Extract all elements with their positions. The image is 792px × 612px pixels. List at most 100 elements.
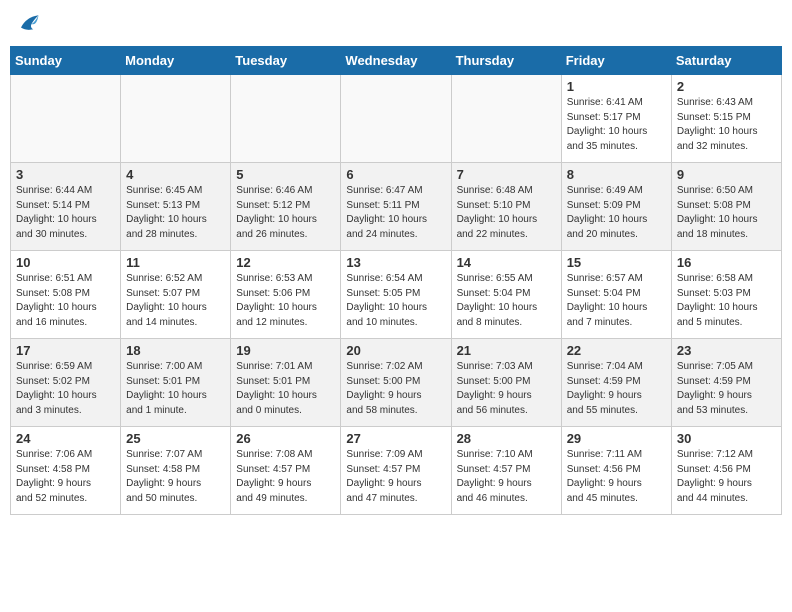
day-cell: 28 Sunrise: 7:10 AMSunset: 4:57 PMDayligh… [451,427,561,515]
day-cell: 14 Sunrise: 6:55 AMSunset: 5:04 PMDayligh… [451,251,561,339]
day-info: Sunrise: 6:44 AMSunset: 5:14 PMDaylight:… [16,184,115,242]
day-cell: 19 Sunrise: 7:01 AMSunset: 5:01 PMDayligh… [231,339,341,427]
day-cell: 8 Sunrise: 6:49 AMSunset: 5:09 PMDaylight… [561,163,671,251]
day-number: 5 [236,167,335,182]
day-number: 25 [126,431,225,446]
day-cell: 11 Sunrise: 6:52 AMSunset: 5:07 PMDayligh… [121,251,231,339]
day-cell [451,75,561,163]
day-cell: 26 Sunrise: 7:08 AMSunset: 4:57 PMDayligh… [231,427,341,515]
day-info: Sunrise: 7:04 AMSunset: 4:59 PMDaylight:… [567,360,666,418]
day-info: Sunrise: 6:55 AMSunset: 5:04 PMDaylight:… [457,272,556,330]
day-info: Sunrise: 7:02 AMSunset: 5:00 PMDaylight:… [346,360,445,418]
day-info: Sunrise: 6:58 AMSunset: 5:03 PMDaylight:… [677,272,776,330]
day-number: 23 [677,343,776,358]
day-info: Sunrise: 6:57 AMSunset: 5:04 PMDaylight:… [567,272,666,330]
logo [14,10,46,38]
day-number: 20 [346,343,445,358]
day-number: 26 [236,431,335,446]
day-info: Sunrise: 7:11 AMSunset: 4:56 PMDaylight:… [567,448,666,506]
header-friday: Friday [561,47,671,75]
week-row: 1 Sunrise: 6:41 AMSunset: 5:17 PMDaylight… [11,75,782,163]
day-number: 17 [16,343,115,358]
day-number: 21 [457,343,556,358]
day-info: Sunrise: 6:52 AMSunset: 5:07 PMDaylight:… [126,272,225,330]
day-cell: 15 Sunrise: 6:57 AMSunset: 5:04 PMDayligh… [561,251,671,339]
day-cell: 13Sunrise: 6:54 AMSunset: 5:05 PMDayligh… [341,251,451,339]
day-cell: 17 Sunrise: 6:59 AMSunset: 5:02 PMDayligh… [11,339,121,427]
day-cell [341,75,451,163]
day-cell: 24 Sunrise: 7:06 AMSunset: 4:58 PMDayligh… [11,427,121,515]
day-info: Sunrise: 7:03 AMSunset: 5:00 PMDaylight:… [457,360,556,418]
day-info: Sunrise: 7:06 AMSunset: 4:58 PMDaylight:… [16,448,115,506]
day-cell: 29Sunrise: 7:11 AMSunset: 4:56 PMDayligh… [561,427,671,515]
day-number: 12 [236,255,335,270]
day-info: Sunrise: 7:10 AMSunset: 4:57 PMDaylight:… [457,448,556,506]
day-number: 15 [567,255,666,270]
week-row: 3 Sunrise: 6:44 AMSunset: 5:14 PMDaylight… [11,163,782,251]
day-number: 11 [126,255,225,270]
day-number: 9 [677,167,776,182]
week-row: 17 Sunrise: 6:59 AMSunset: 5:02 PMDayligh… [11,339,782,427]
day-info: Sunrise: 7:08 AMSunset: 4:57 PMDaylight:… [236,448,335,506]
day-info: Sunrise: 6:47 AMSunset: 5:11 PMDaylight:… [346,184,445,242]
day-number: 6 [346,167,445,182]
day-info: Sunrise: 6:46 AMSunset: 5:12 PMDaylight:… [236,184,335,242]
header-saturday: Saturday [671,47,781,75]
day-number: 3 [16,167,115,182]
day-number: 2 [677,79,776,94]
week-row: 10 Sunrise: 6:51 AMSunset: 5:08 PMDayligh… [11,251,782,339]
header-wednesday: Wednesday [341,47,451,75]
day-cell: 23 Sunrise: 7:05 AMSunset: 4:59 PMDayligh… [671,339,781,427]
header-sunday: Sunday [11,47,121,75]
day-number: 19 [236,343,335,358]
day-info: Sunrise: 7:09 AMSunset: 4:57 PMDaylight:… [346,448,445,506]
day-number: 30 [677,431,776,446]
day-number: 4 [126,167,225,182]
day-cell: 6 Sunrise: 6:47 AMSunset: 5:11 PMDaylight… [341,163,451,251]
day-cell: 5 Sunrise: 6:46 AMSunset: 5:12 PMDaylight… [231,163,341,251]
day-info: Sunrise: 6:53 AMSunset: 5:06 PMDaylight:… [236,272,335,330]
day-info: Sunrise: 7:01 AMSunset: 5:01 PMDaylight:… [236,360,335,418]
day-info: Sunrise: 7:00 AMSunset: 5:01 PMDaylight:… [126,360,225,418]
day-info: Sunrise: 7:12 AMSunset: 4:56 PMDaylight:… [677,448,776,506]
day-info: Sunrise: 6:43 AMSunset: 5:15 PMDaylight:… [677,96,776,154]
day-cell: 10 Sunrise: 6:51 AMSunset: 5:08 PMDayligh… [11,251,121,339]
day-cell: 30 Sunrise: 7:12 AMSunset: 4:56 PMDayligh… [671,427,781,515]
day-cell: 25 Sunrise: 7:07 AMSunset: 4:58 PMDayligh… [121,427,231,515]
day-number: 22 [567,343,666,358]
day-info: Sunrise: 6:49 AMSunset: 5:09 PMDaylight:… [567,184,666,242]
day-cell: 12 Sunrise: 6:53 AMSunset: 5:06 PMDayligh… [231,251,341,339]
day-info: Sunrise: 6:41 AMSunset: 5:17 PMDaylight:… [567,96,666,154]
day-info: Sunrise: 7:05 AMSunset: 4:59 PMDaylight:… [677,360,776,418]
day-info: Sunrise: 6:45 AMSunset: 5:13 PMDaylight:… [126,184,225,242]
day-cell [121,75,231,163]
day-cell: 16 Sunrise: 6:58 AMSunset: 5:03 PMDayligh… [671,251,781,339]
header-thursday: Thursday [451,47,561,75]
day-cell: 9Sunrise: 6:50 AMSunset: 5:08 PMDaylight… [671,163,781,251]
day-number: 28 [457,431,556,446]
day-info: Sunrise: 6:59 AMSunset: 5:02 PMDaylight:… [16,360,115,418]
week-row: 24 Sunrise: 7:06 AMSunset: 4:58 PMDayligh… [11,427,782,515]
day-number: 27 [346,431,445,446]
day-cell: 2 Sunrise: 6:43 AMSunset: 5:15 PMDaylight… [671,75,781,163]
day-cell: 4 Sunrise: 6:45 AMSunset: 5:13 PMDaylight… [121,163,231,251]
day-cell: 18Sunrise: 7:00 AMSunset: 5:01 PMDayligh… [121,339,231,427]
header-row: SundayMondayTuesdayWednesdayThursdayFrid… [11,47,782,75]
day-number: 8 [567,167,666,182]
day-cell: 3 Sunrise: 6:44 AMSunset: 5:14 PMDaylight… [11,163,121,251]
day-cell: 7Sunrise: 6:48 AMSunset: 5:10 PMDaylight… [451,163,561,251]
day-number: 1 [567,79,666,94]
day-info: Sunrise: 6:51 AMSunset: 5:08 PMDaylight:… [16,272,115,330]
logo-icon [14,10,42,38]
day-number: 24 [16,431,115,446]
day-info: Sunrise: 7:07 AMSunset: 4:58 PMDaylight:… [126,448,225,506]
day-cell: 22 Sunrise: 7:04 AMSunset: 4:59 PMDayligh… [561,339,671,427]
day-number: 16 [677,255,776,270]
day-cell: 27 Sunrise: 7:09 AMSunset: 4:57 PMDayligh… [341,427,451,515]
day-number: 14 [457,255,556,270]
day-number: 10 [16,255,115,270]
day-info: Sunrise: 6:48 AMSunset: 5:10 PMDaylight:… [457,184,556,242]
day-cell [231,75,341,163]
day-number: 13 [346,255,445,270]
day-cell: 20 Sunrise: 7:02 AMSunset: 5:00 PMDayligh… [341,339,451,427]
